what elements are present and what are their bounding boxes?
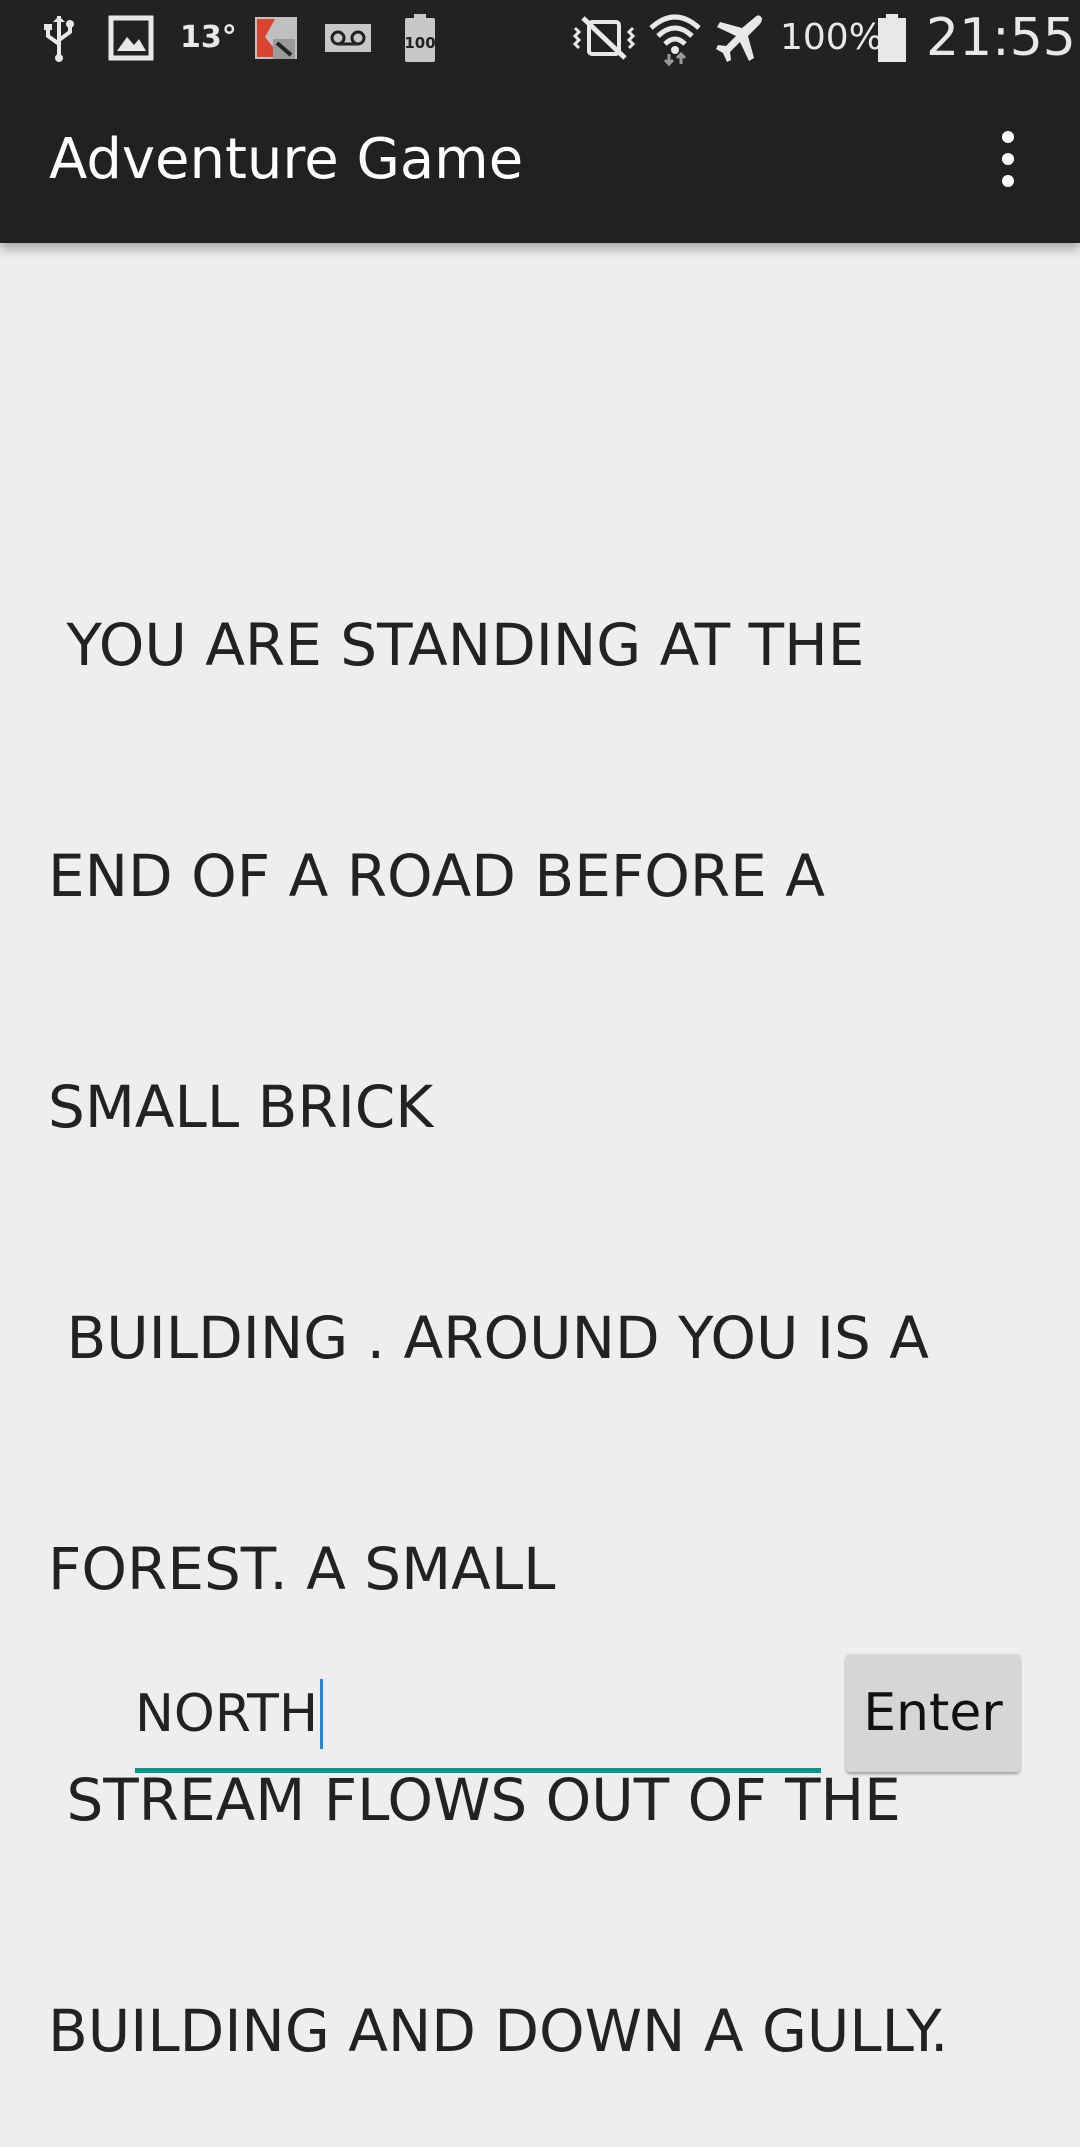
story-line: END OF A ROAD BEFORE A <box>48 842 825 910</box>
temperature-label: 13° <box>180 20 237 55</box>
story-line: FOREST. A SMALL <box>48 1535 556 1603</box>
battery-percent: 100% <box>780 17 883 58</box>
image-icon <box>106 0 156 75</box>
more-vert-icon[interactable] <box>978 119 1038 199</box>
usb-icon <box>38 0 80 75</box>
story-line: YOU ARE STANDING AT THE <box>48 611 865 679</box>
voicemail-icon <box>322 0 374 75</box>
enter-button[interactable]: Enter <box>846 1654 1020 1772</box>
overflow-dot <box>1002 131 1014 143</box>
overflow-dot <box>1002 175 1014 187</box>
wifi-icon <box>646 0 704 75</box>
clock: 21:55 <box>926 7 1076 68</box>
app-title: Adventure Game <box>49 126 524 192</box>
command-field-underline <box>135 1768 821 1773</box>
story-line: BUILDING AND DOWN A GULLY. <box>48 1997 949 2065</box>
command-field[interactable]: NORTH <box>135 1660 821 1776</box>
status-bar: 13° 100 100% 21:55 <box>0 0 1080 75</box>
kaspersky-icon <box>250 0 302 75</box>
text-cursor <box>320 1679 324 1749</box>
story-line: BUILDING . AROUND YOU IS A <box>48 1304 929 1372</box>
airplane-icon <box>712 0 768 75</box>
story-line: SMALL BRICK <box>48 1073 434 1141</box>
svg-text:100: 100 <box>404 34 435 52</box>
battery-icon <box>874 0 910 75</box>
battery-100-icon: 100 <box>400 0 440 75</box>
command-value: NORTH <box>135 1684 319 1744</box>
story-text: YOU ARE STANDING AT THE END OF A ROAD BE… <box>48 453 1048 2147</box>
overflow-dot <box>1002 153 1014 165</box>
command-display: NORTH <box>135 1678 324 1750</box>
action-bar: Adventure Game <box>0 75 1080 243</box>
vibrate-mute-icon <box>568 0 640 75</box>
